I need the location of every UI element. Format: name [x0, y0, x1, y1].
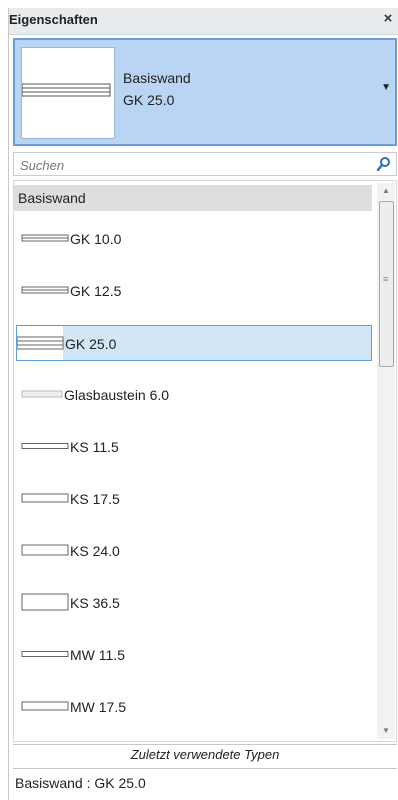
wall-thumbnail-icon	[21, 443, 69, 449]
list-item[interactable]: GK 10.0	[16, 221, 372, 257]
wall-preview-icon	[22, 83, 111, 97]
list-item[interactable]: GK 25.0	[16, 325, 372, 361]
wall-thumbnail-icon	[21, 493, 69, 503]
wall-type-preview	[21, 47, 115, 139]
list-item-label: KS 11.5	[70, 439, 119, 455]
list-item[interactable]: GK 12.5	[16, 273, 372, 309]
wall-thumbnail-icon	[21, 701, 69, 711]
list-item[interactable]: KS 17.5	[16, 481, 372, 517]
search-input[interactable]	[18, 155, 362, 175]
list-item-label: KS 17.5	[70, 491, 120, 507]
wall-thumbnail-icon	[21, 593, 69, 611]
chevron-down-icon[interactable]: ▼	[381, 82, 391, 93]
wall-thumbnail-icon	[21, 234, 69, 242]
list-item[interactable]: MW 17.5	[16, 689, 372, 725]
list-item[interactable]: KS 24.0	[16, 533, 372, 569]
group-header: Basiswand	[14, 185, 372, 211]
search-box	[13, 152, 397, 176]
list-item[interactable]: MW 11.5	[16, 637, 372, 673]
list-item[interactable]: KS 36.5	[16, 585, 372, 621]
wall-thumbnail-icon	[21, 651, 69, 657]
recent-types-header: Zuletzt verwendete Typen	[13, 744, 397, 765]
scroll-down-icon[interactable]: ▼	[377, 723, 395, 739]
type-list: Basiswand GK 10.0 GK 12.5 GK 25.0 Glasbaust…	[13, 180, 397, 742]
recent-type-item[interactable]: Basiswand : GK 25.0	[13, 768, 397, 796]
list-item-label: GK 10.0	[70, 231, 122, 247]
list-item-label: GK 25.0	[65, 336, 117, 352]
list-item[interactable]: Glasbaustein 6.0	[16, 377, 372, 413]
wall-thumbnail-icon	[21, 544, 69, 556]
scroll-thumb[interactable]: ≡	[379, 201, 394, 367]
properties-panel: Eigenschaften × Basiswand GK 25.0 ▼ Basi…	[8, 8, 398, 800]
type-selector[interactable]: Basiswand GK 25.0 ▼	[13, 38, 397, 146]
wall-thumbnail-icon	[21, 286, 69, 294]
list-item[interactable]: KS 11.5	[16, 429, 372, 465]
panel-titlebar: Eigenschaften ×	[9, 8, 398, 35]
list-item-label: KS 24.0	[70, 543, 120, 559]
list-item-label: MW 17.5	[70, 699, 127, 715]
close-icon[interactable]: ×	[379, 10, 397, 28]
scroll-grip-icon: ≡	[383, 274, 389, 284]
list-item-label: Glasbaustein 6.0	[64, 387, 170, 403]
panel-title: Eigenschaften	[9, 12, 98, 27]
search-icon[interactable]	[376, 156, 392, 172]
scroll-up-icon[interactable]: ▲	[377, 183, 395, 199]
scrollbar[interactable]: ▲ ≡ ▼	[377, 183, 395, 739]
list-item-label: KS 36.5	[70, 595, 120, 611]
selected-family-name: Basiswand	[123, 70, 191, 86]
list-item-label: GK 12.5	[70, 283, 122, 299]
selected-type-name: GK 25.0	[123, 92, 175, 108]
list-item-label: MW 11.5	[70, 647, 125, 663]
